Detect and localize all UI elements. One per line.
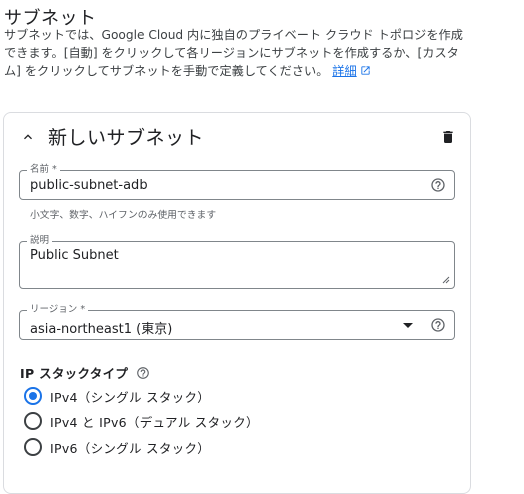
radio-button[interactable] (24, 412, 42, 430)
name-field-hint: 小文字、数字、ハイフンのみ使用できます (30, 210, 217, 221)
help-icon[interactable] (136, 366, 150, 380)
radio-label: IPv6（シングル スタック） (50, 440, 211, 456)
description-field[interactable]: 説明 Public Subnet (19, 235, 455, 289)
region-select-label: リージョン * (27, 304, 89, 316)
dropdown-caret-icon[interactable] (403, 323, 413, 328)
card-header: 新しいサブネット (4, 113, 470, 161)
radio-label: IPv4 と IPv6（デュアル スタック） (50, 414, 259, 430)
name-field-label: 名前 * (27, 164, 60, 176)
ip-stack-type-title: IP スタックタイプ (20, 363, 150, 382)
card-title: 新しいサブネット (48, 127, 205, 149)
learn-more-link[interactable]: 詳細 (332, 64, 356, 78)
description-field-value: Public Subnet (30, 248, 119, 263)
radio-ipv4-single[interactable]: IPv4（シングル スタック） (20, 385, 210, 407)
external-link-icon (361, 66, 370, 75)
radio-label: IPv4（シングル スタック） (50, 389, 211, 405)
description-field-label: 説明 (27, 235, 53, 247)
radio-button[interactable] (24, 438, 42, 456)
name-field-value: public-subnet-adb (30, 178, 148, 193)
help-icon[interactable] (430, 317, 446, 333)
region-select-value: asia-northeast1 (東京) (30, 322, 173, 337)
radio-ipv4-ipv6-dual[interactable]: IPv4 と IPv6（デュアル スタック） (20, 410, 259, 432)
description-text: サブネットでは、Google Cloud 内に独自のプライベート クラウド トポ… (4, 28, 463, 78)
radio-ipv6-single[interactable]: IPv6（シングル スタック） (20, 436, 210, 458)
ip-stack-type-label: IP スタックタイプ (20, 366, 129, 381)
new-subnet-card: 新しいサブネット 名前 * public-subnet-adb 小文字、数字、ハ… (3, 112, 471, 494)
chevron-up-icon[interactable] (20, 129, 36, 145)
trash-icon[interactable] (440, 129, 456, 145)
radio-button[interactable] (24, 387, 42, 405)
region-select[interactable]: リージョン * asia-northeast1 (東京) (19, 304, 455, 340)
page-description: サブネットでは、Google Cloud 内に独自のプライベート クラウド トポ… (4, 26, 474, 80)
help-icon[interactable] (430, 177, 446, 193)
name-field[interactable]: 名前 * public-subnet-adb (19, 164, 455, 200)
resize-handle-icon[interactable] (442, 276, 450, 284)
